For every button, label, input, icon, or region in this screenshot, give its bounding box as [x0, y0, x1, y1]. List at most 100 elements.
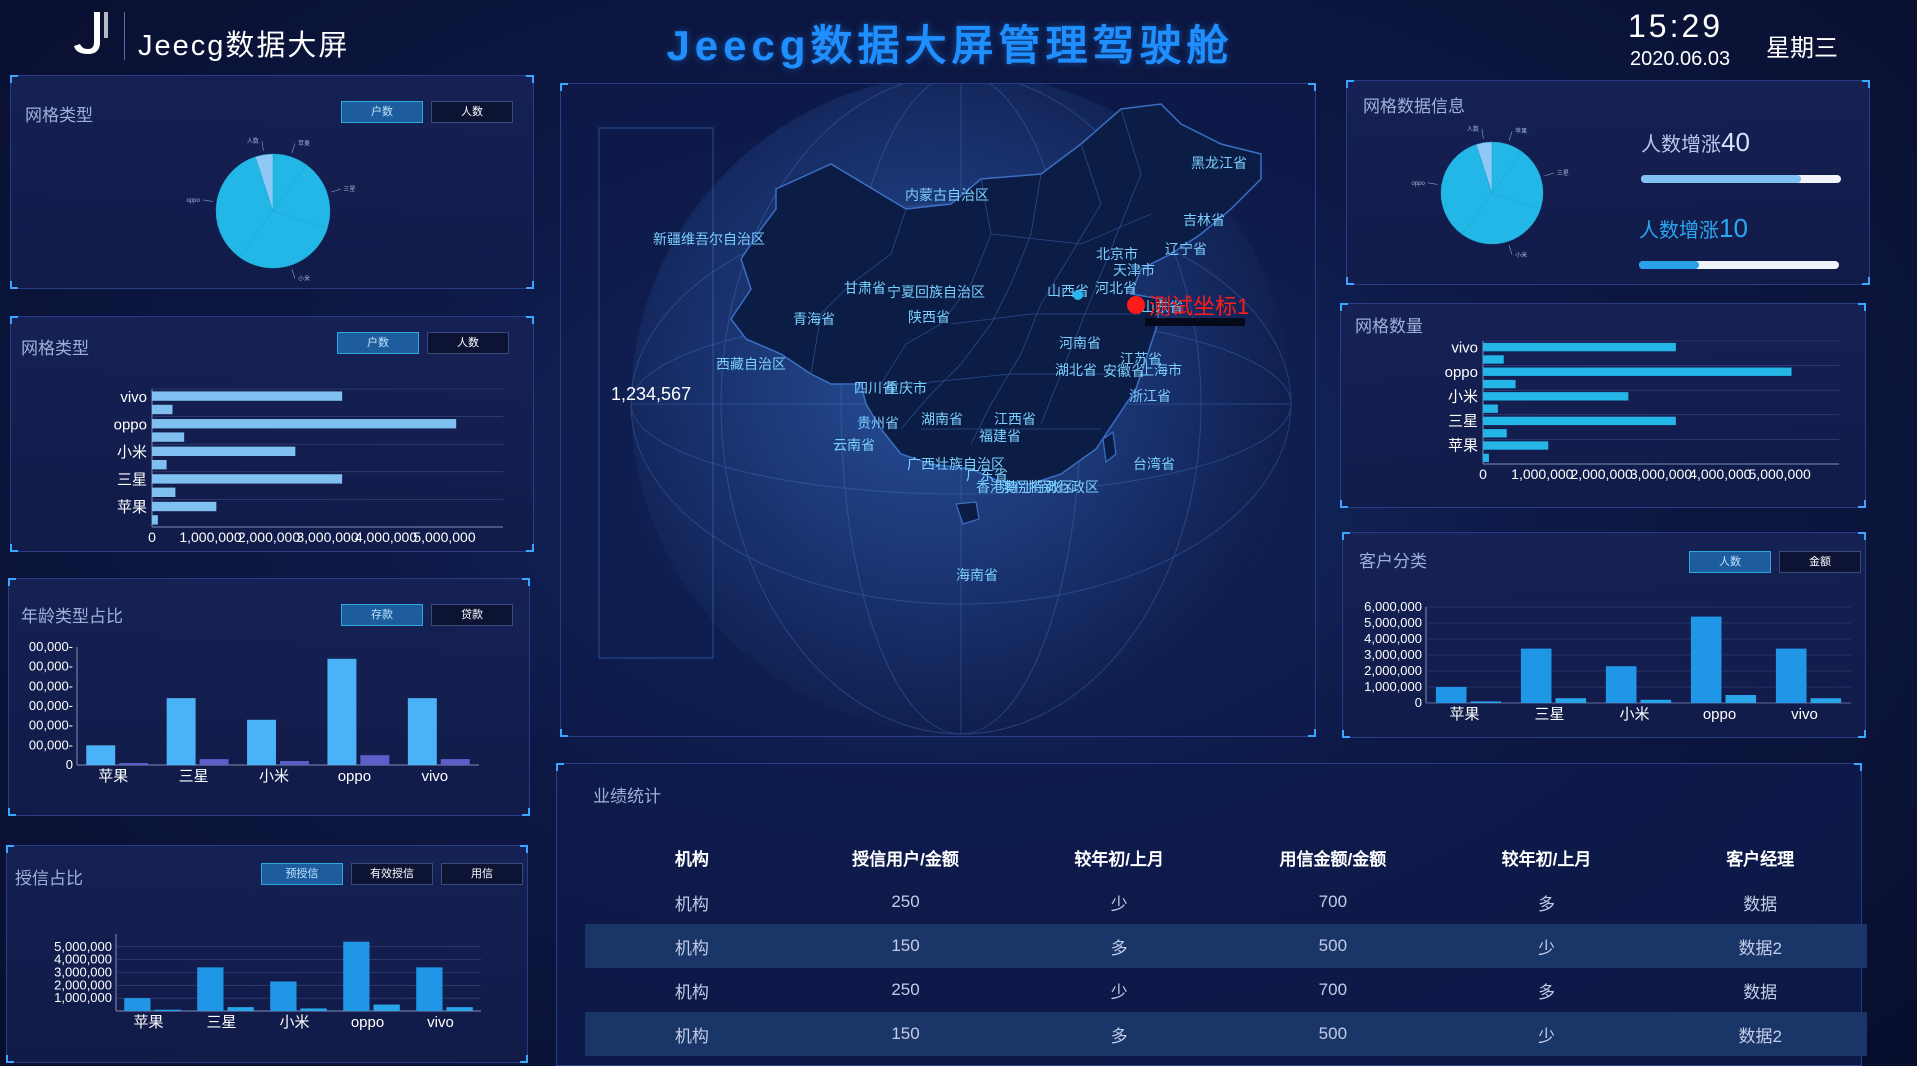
bar[interactable]	[152, 446, 296, 456]
bar[interactable]	[300, 1008, 327, 1011]
province-label[interactable]: 甘肃省	[844, 280, 886, 296]
province-label[interactable]: 河北省	[1095, 280, 1137, 296]
pie-chart: 苹果三星小米 oppo 人数	[1411, 125, 1568, 259]
marker-dot[interactable]	[1127, 296, 1145, 314]
province-label[interactable]: 黑龙江省	[1191, 155, 1247, 171]
bar[interactable]	[152, 515, 158, 525]
logo-text: Jeecg数据大屏	[138, 30, 350, 62]
bar[interactable]	[119, 763, 149, 765]
bar[interactable]	[152, 419, 457, 429]
bar[interactable]	[152, 474, 343, 484]
bar[interactable]	[1483, 416, 1676, 426]
marker-dot-secondary[interactable]	[1073, 290, 1083, 300]
bar[interactable]	[152, 501, 217, 512]
province-label[interactable]: 内蒙古自治区	[905, 187, 989, 203]
bar[interactable]	[199, 759, 229, 765]
province-label[interactable]: 云南省	[833, 437, 875, 453]
province-label[interactable]: 陕西省	[908, 309, 950, 325]
province-label[interactable]: 澳门特别行政区	[1001, 479, 1099, 495]
table-cell: 250	[891, 980, 920, 999]
y-tick-label: 0	[1415, 695, 1422, 710]
x-tick-label: 1,000,000	[1511, 466, 1573, 482]
province-label[interactable]: 贵州省	[857, 415, 899, 431]
bar[interactable]	[1483, 392, 1629, 401]
bar[interactable]	[416, 967, 443, 1011]
bar[interactable]	[446, 1007, 473, 1011]
bar[interactable]	[166, 698, 196, 765]
bar[interactable]	[373, 1004, 400, 1011]
bar[interactable]	[1483, 379, 1516, 389]
bar[interactable]	[227, 1007, 254, 1011]
province-label[interactable]: 新疆维吾尔自治区	[653, 231, 765, 247]
province-label[interactable]: 重庆市	[885, 380, 927, 396]
province-label[interactable]: 辽宁省	[1165, 241, 1207, 257]
bar[interactable]	[407, 698, 437, 765]
bar[interactable]	[1775, 648, 1807, 703]
bar[interactable]	[152, 391, 343, 401]
bar[interactable]	[1483, 453, 1489, 463]
bar[interactable]	[1483, 355, 1504, 364]
bar[interactable]	[247, 719, 276, 765]
bar[interactable]	[1605, 666, 1637, 703]
province-label[interactable]: 宁夏回族自治区	[887, 284, 985, 300]
china-map[interactable]: 1,234,567 黑龙江省内蒙古自治区吉林省辽宁省 新疆维吾尔自治区北京市天津市…	[561, 84, 1317, 738]
pie-label: oppo	[1411, 181, 1425, 187]
x-tick-label: 2,000,000	[1571, 466, 1633, 482]
bar[interactable]	[1483, 429, 1507, 438]
province-label[interactable]: 江西省	[994, 411, 1036, 427]
bar[interactable]	[154, 1009, 181, 1011]
province-label[interactable]: 上海市	[1140, 362, 1182, 378]
province-label[interactable]: 吉林省	[1183, 212, 1225, 228]
table-row[interactable]: 机构 250 少 700 多 数据	[585, 968, 1867, 1012]
panel-map: 1,234,567 黑龙江省 内蒙古自治区 吉林省 辽宁省 新疆维吾尔自治区 北京市 天津市…	[560, 83, 1316, 737]
bar[interactable]	[1690, 616, 1722, 703]
bar[interactable]	[1435, 687, 1467, 703]
province-label[interactable]: 浙江省	[1129, 388, 1171, 404]
table-row[interactable]: 机构 250 少 700 多 数据	[585, 880, 1867, 924]
bar[interactable]	[1725, 695, 1757, 703]
province-label[interactable]: 安徽省	[1103, 363, 1145, 379]
bar[interactable]	[440, 759, 470, 765]
province-label[interactable]: 西藏自治区	[716, 356, 786, 372]
bar[interactable]	[1810, 698, 1842, 703]
province-label[interactable]: 青海省	[793, 311, 835, 327]
x-tick-label: 5,000,000	[1749, 466, 1811, 482]
y-tick-label: 2,000,000	[54, 977, 112, 992]
province-label[interactable]: 福建省	[979, 428, 1021, 444]
category-label: 苹果	[1449, 706, 1479, 723]
bar[interactable]	[360, 755, 390, 765]
bar[interactable]	[1483, 441, 1549, 450]
bar[interactable]	[152, 487, 176, 497]
province-label[interactable]: 天津市	[1113, 262, 1155, 278]
province-label[interactable]: 湖南省	[921, 411, 963, 427]
category-label: vivo	[1791, 706, 1818, 723]
y-tick-label: 0	[66, 757, 73, 772]
stat-value: 10	[1719, 213, 1748, 243]
bar[interactable]	[1483, 367, 1792, 376]
province-label[interactable]: 北京市	[1096, 246, 1138, 262]
table-row[interactable]: 机构 150 多 500 少 数据2	[585, 1012, 1867, 1056]
pie-leader-line	[1544, 172, 1554, 177]
bar[interactable]	[152, 404, 173, 415]
bar[interactable]	[1520, 648, 1552, 703]
bar[interactable]	[1483, 342, 1676, 352]
bar[interactable]	[124, 998, 151, 1011]
bar[interactable]	[152, 460, 167, 470]
bar[interactable]	[270, 981, 297, 1011]
bar[interactable]	[280, 761, 309, 765]
province-label[interactable]: 河南省	[1059, 335, 1101, 351]
bar[interactable]	[343, 941, 370, 1011]
bar[interactable]	[1555, 698, 1587, 703]
bar[interactable]	[1483, 404, 1498, 413]
bar[interactable]	[86, 745, 116, 765]
bar[interactable]	[1470, 701, 1502, 703]
bar[interactable]	[197, 967, 224, 1011]
bar[interactable]	[152, 432, 185, 442]
bar[interactable]	[327, 658, 357, 765]
category-label: 苹果	[98, 768, 128, 785]
province-label[interactable]: 海南省	[956, 567, 998, 583]
province-label[interactable]: 台湾省	[1133, 456, 1175, 472]
province-label[interactable]: 湖北省	[1055, 362, 1097, 378]
table-row[interactable]: 机构 150 多 500 少 数据2	[585, 924, 1867, 968]
bar[interactable]	[1640, 699, 1672, 703]
